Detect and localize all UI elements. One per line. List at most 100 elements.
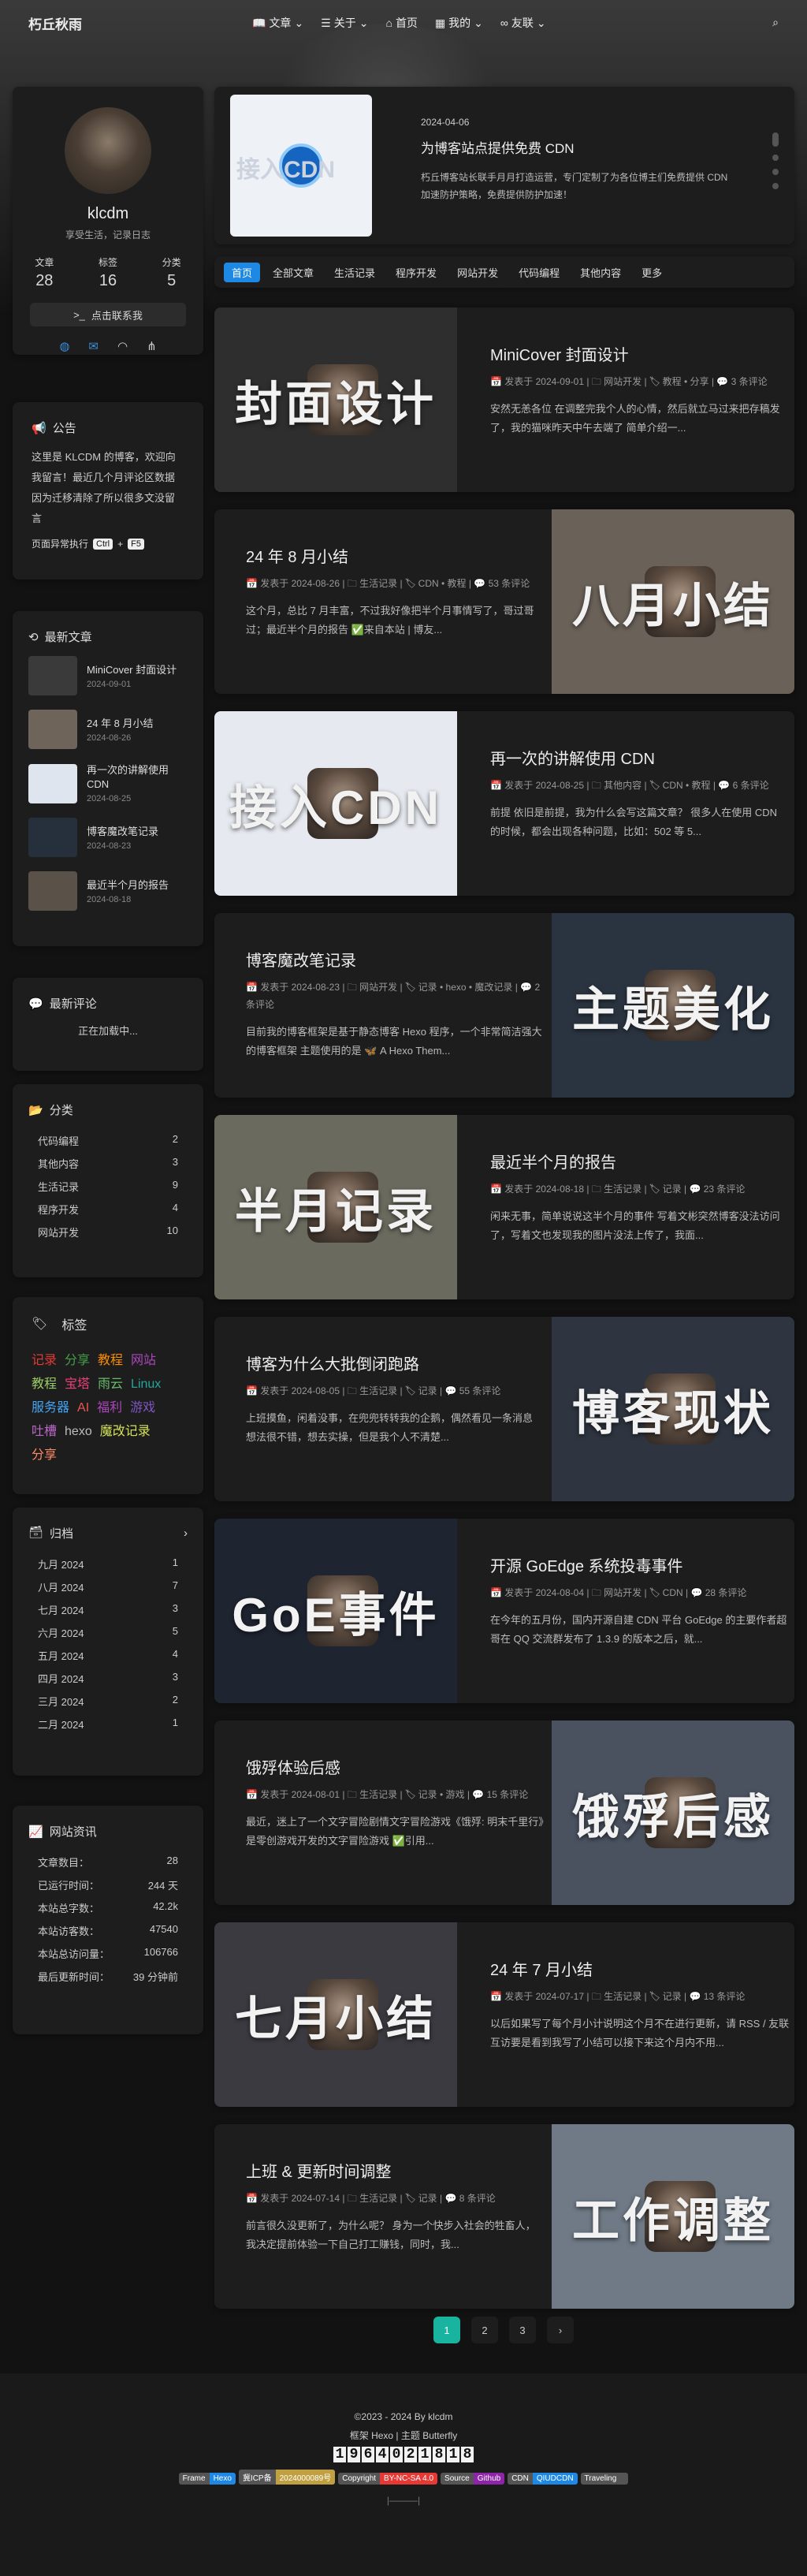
rss-icon[interactable]: ◠ [117,339,128,353]
post-tags[interactable]: CDN [663,1587,683,1598]
post-title[interactable]: 开源 GoEdge 系统投毒事件 [490,1553,790,1576]
post-cover[interactable]: GoE事件 [214,1519,457,1703]
post-title[interactable]: 博客为什么大批倒闭跑路 [246,1351,545,1374]
post-title[interactable]: 24 年 8 月小结 [246,544,545,567]
stat-articles[interactable]: 文章 28 [35,255,54,290]
tag-link[interactable]: 网站 [131,1349,156,1368]
footer-badge[interactable]: Traveling [580,2473,629,2485]
nav-item-articles[interactable]: 📖 文章 ⌄ [252,15,303,31]
contact-button[interactable]: >_ 点击联系我 [30,303,186,326]
tag-link[interactable]: 记录 [32,1349,57,1368]
post-category[interactable]: 生活记录 [359,578,397,589]
category-item[interactable]: 代码编程 2 [28,1129,188,1152]
post-cover[interactable]: 博客现状 [552,1317,794,1501]
cat-tab-web[interactable]: 网站开发 [449,263,506,282]
cat-tab-other[interactable]: 其他内容 [572,263,629,282]
category-item[interactable]: 程序开发 4 [28,1198,188,1221]
tag-link[interactable]: hexo [65,1425,92,1439]
post-tags[interactable]: 教程 • 分享 [663,376,709,387]
post-title[interactable]: 最近半个月的报告 [490,1150,790,1172]
post-cover[interactable]: 七月小结 [214,1922,457,2107]
sitemap-icon[interactable]: ⋔ [147,339,157,353]
site-brand[interactable]: 朽丘秋雨 [28,13,82,33]
stat-categories[interactable]: 分类 5 [162,255,181,290]
post-cover[interactable]: 主题美化 [552,913,794,1098]
post-title[interactable]: 饿殍体验后感 [246,1755,545,1778]
tag-link[interactable]: 分享 [32,1444,57,1463]
post-category[interactable]: 生活记录 [604,1184,642,1195]
cat-tab-all[interactable]: 全部文章 [265,263,322,282]
post-tags[interactable]: 记录 • 游戏 [418,1789,465,1800]
footer-badge[interactable]: Frame Hexo [178,2473,236,2485]
slider-dot[interactable] [772,132,779,147]
page-button[interactable]: 3 [509,2317,536,2343]
github-icon[interactable]: ◍ [59,339,69,353]
post-category[interactable]: 生活记录 [359,1789,397,1800]
post-title[interactable]: 博客魔改笔记录 [246,948,545,971]
post-card[interactable]: 封面设计 MiniCover 封面设计 📅 发表于 2024-09-01 | 🗀 网… [214,308,794,492]
tag-link[interactable]: Linux [131,1377,161,1392]
cat-tab-life[interactable]: 生活记录 [326,263,383,282]
featured-title[interactable]: 为博客站点提供免费 CDN [421,137,575,157]
post-category[interactable]: 其他内容 [604,780,642,791]
archive-item[interactable]: 六月 2024 5 [28,1621,188,1644]
page-button[interactable]: 1 [433,2317,460,2343]
tag-link[interactable]: 教程 [98,1349,123,1368]
post-comments[interactable]: 6 条评论 [733,780,769,791]
recent-post-item[interactable]: 再一次的讲解使用 CDN 2024-08-25 [28,763,188,803]
next-page-button[interactable]: › [547,2317,574,2343]
post-title[interactable]: 上班 & 更新时间调整 [246,2159,545,2182]
featured-slider[interactable]: 接入CDN 2024-04-06 为博客站点提供免费 CDN 朽丘博客站长联手月… [214,87,794,244]
tag-link[interactable]: 游戏 [130,1396,155,1415]
post-comments[interactable]: 53 条评论 [489,578,530,589]
tag-link[interactable]: 分享 [65,1349,90,1368]
post-comments[interactable]: 8 条评论 [459,2193,496,2204]
archive-item[interactable]: 八月 2024 7 [28,1575,188,1598]
chevron-right-icon[interactable]: › [184,1527,188,1540]
recent-post-item[interactable]: 博客魔改笔记录 2024-08-23 [28,818,188,857]
post-comments[interactable]: 28 条评论 [705,1587,747,1598]
archive-item[interactable]: 五月 2024 4 [28,1644,188,1667]
archive-item[interactable]: 三月 2024 2 [28,1690,188,1713]
nav-item-home[interactable]: ⌂ 首页 [385,15,417,31]
search-icon[interactable]: ⌕ [772,16,779,29]
post-card[interactable]: 半月记录 最近半个月的报告 📅 发表于 2024-08-18 | 🗀 生活记录 | … [214,1115,794,1299]
post-comments[interactable]: 15 条评论 [487,1789,529,1800]
post-cover[interactable]: 饿殍后感 [552,1720,794,1905]
post-category[interactable]: 网站开发 [359,982,397,993]
recent-post-item[interactable]: MiniCover 封面设计 2024-09-01 [28,656,188,695]
post-cover[interactable]: 半月记录 [214,1115,457,1299]
tag-link[interactable]: AI [77,1401,89,1415]
page-button[interactable]: 2 [471,2317,498,2343]
avatar[interactable] [65,107,151,194]
post-cover[interactable]: 接入CDN [214,711,457,896]
post-tags[interactable]: 记录 [418,1385,437,1396]
post-comments[interactable]: 3 条评论 [731,376,768,387]
archive-item[interactable]: 二月 2024 1 [28,1713,188,1735]
post-tags[interactable]: CDN • 教程 [418,578,467,589]
nav-item-links[interactable]: ∞ 友联 ⌄ [500,15,546,31]
nav-item-mine[interactable]: ▦ 我的 ⌄ [435,15,483,31]
post-category[interactable]: 生活记录 [359,1385,397,1396]
archive-item[interactable]: 四月 2024 3 [28,1667,188,1690]
recent-post-item[interactable]: 24 年 8 月小结 2024-08-26 [28,710,188,749]
post-tags[interactable]: CDN • 教程 [663,780,711,791]
category-item[interactable]: 生活记录 9 [28,1175,188,1198]
tag-link[interactable]: 教程 [32,1373,57,1392]
footer-badge[interactable]: 冀ICP备 2024000089号 [238,2470,336,2485]
tag-link[interactable]: 雨云 [98,1373,123,1392]
post-title[interactable]: MiniCover 封面设计 [490,342,790,365]
post-tags[interactable]: 记录 [663,1184,682,1195]
category-item[interactable]: 网站开发 10 [28,1221,188,1243]
post-cover[interactable]: 八月小结 [552,509,794,694]
tag-link[interactable]: 服务器 [32,1396,69,1415]
footer-badge[interactable]: Source Github [441,2473,505,2485]
post-card[interactable]: GoE事件 开源 GoEdge 系统投毒事件 📅 发表于 2024-08-04 | … [214,1519,794,1703]
cat-tab-program[interactable]: 程序开发 [388,263,444,282]
post-cover[interactable]: 工作调整 [552,2124,794,2309]
archive-item[interactable]: 七月 2024 3 [28,1598,188,1621]
post-card[interactable]: 八月小结 24 年 8 月小结 📅 发表于 2024-08-26 | 🗀 生活记录 … [214,509,794,694]
cat-tab-home[interactable]: 首页 [224,262,261,282]
post-card[interactable]: 主题美化 博客魔改笔记录 📅 发表于 2024-08-23 | 🗀 网站开发 | 🏷… [214,913,794,1098]
footer-badge[interactable]: Copyright BY-NC-SA 4.0 [338,2473,438,2485]
